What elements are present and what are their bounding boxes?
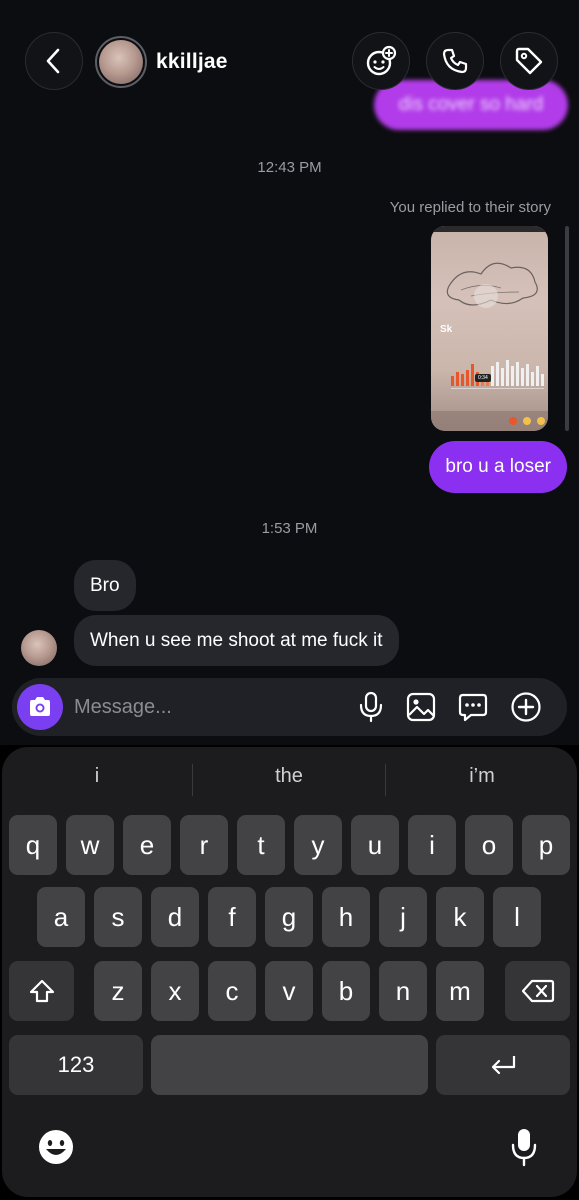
message-input[interactable] [74,694,344,720]
tag-button[interactable] [500,32,558,90]
key-a[interactable]: a [37,887,85,947]
key-u[interactable]: u [351,815,399,875]
key-s[interactable]: s [94,887,142,947]
plus-circle-icon [511,692,541,722]
key-x[interactable]: x [151,961,199,1021]
tag-icon [515,47,543,75]
shift-key[interactable] [9,961,74,1021]
key-d[interactable]: d [151,887,199,947]
key-y[interactable]: y [294,815,342,875]
numbers-key[interactable]: 123 [9,1035,143,1095]
incoming-message-bubble[interactable]: When u see me shoot at me fuck it [74,615,399,666]
outgoing-message-text: bro u a loser [445,456,551,477]
call-button[interactable] [426,32,484,90]
key-c[interactable]: c [208,961,256,1021]
effects-button[interactable] [352,32,410,90]
sender-avatar[interactable] [21,630,57,666]
incoming-message-text: When u see me shoot at me fuck it [90,629,383,651]
key-v[interactable]: v [265,961,313,1021]
incoming-message-bubble[interactable]: Bro [74,560,136,611]
story-time-text: 0:34 [478,375,488,381]
timestamp: 12:43 PM [257,159,322,176]
key-h[interactable]: h [322,887,370,947]
microphone-icon [511,1129,537,1167]
key-i[interactable]: i [408,815,456,875]
key-m[interactable]: m [436,961,484,1021]
back-button[interactable] [25,32,83,90]
emoji-button[interactable] [36,1127,76,1167]
microphone-icon [359,691,383,723]
story-scrollbar [565,226,569,431]
keyboard-suggestion[interactable]: the [194,765,384,788]
incoming-message-text: Bro [90,574,120,596]
key-e[interactable]: e [123,815,171,875]
shift-arrow-icon [29,979,54,1003]
profile-avatar[interactable] [99,40,143,84]
emoji-icon [39,1130,73,1164]
key-j[interactable]: j [379,887,427,947]
more-options-button[interactable] [508,689,544,725]
key-g[interactable]: g [265,887,313,947]
chevron-left-icon [46,48,60,74]
gallery-button[interactable] [403,689,439,725]
story-preview[interactable]: Sk 0:34 [431,226,548,431]
suggestion-divider [385,764,386,796]
keyboard-suggestion[interactable]: i [2,765,192,788]
return-icon [491,1056,516,1075]
key-f[interactable]: f [208,887,256,947]
key-b[interactable]: b [322,961,370,1021]
backspace-icon [521,979,554,1003]
chat-username[interactable]: kkilljae [156,50,228,74]
key-w[interactable]: w [66,815,114,875]
key-t[interactable]: t [237,815,285,875]
face-effects-icon [366,45,397,76]
audio-waveform [451,360,544,389]
key-n[interactable]: n [379,961,427,1021]
voice-message-button[interactable] [353,689,389,725]
phone-icon [442,48,468,74]
story-overlay-text: Sk [440,324,453,335]
key-l[interactable]: l [493,887,541,947]
chat-area: kkilljae dis cover so hard 12:43 PM You … [0,0,579,745]
sticker-button[interactable] [455,689,491,725]
camera-button[interactable] [17,684,63,730]
suggestion-divider [192,764,193,796]
key-r[interactable]: r [180,815,228,875]
space-key[interactable] [151,1035,428,1095]
delete-key[interactable] [505,961,570,1021]
key-o[interactable]: o [465,815,513,875]
timestamp: 1:53 PM [261,520,318,537]
story-reply-label: You replied to their story [389,199,551,216]
dictation-button[interactable] [504,1125,544,1169]
key-q[interactable]: q [9,815,57,875]
chat-bubble-icon [458,693,488,722]
blurred-message-text: dis cover so hard [398,94,544,115]
key-z[interactable]: z [94,961,142,1021]
image-icon [406,692,436,722]
outgoing-message-bubble[interactable]: bro u a loser [429,441,567,493]
camera-icon [30,697,50,716]
key-p[interactable]: p [522,815,570,875]
keyboard-suggestion[interactable]: i’m [387,765,577,788]
return-key[interactable] [436,1035,570,1095]
key-k[interactable]: k [436,887,484,947]
